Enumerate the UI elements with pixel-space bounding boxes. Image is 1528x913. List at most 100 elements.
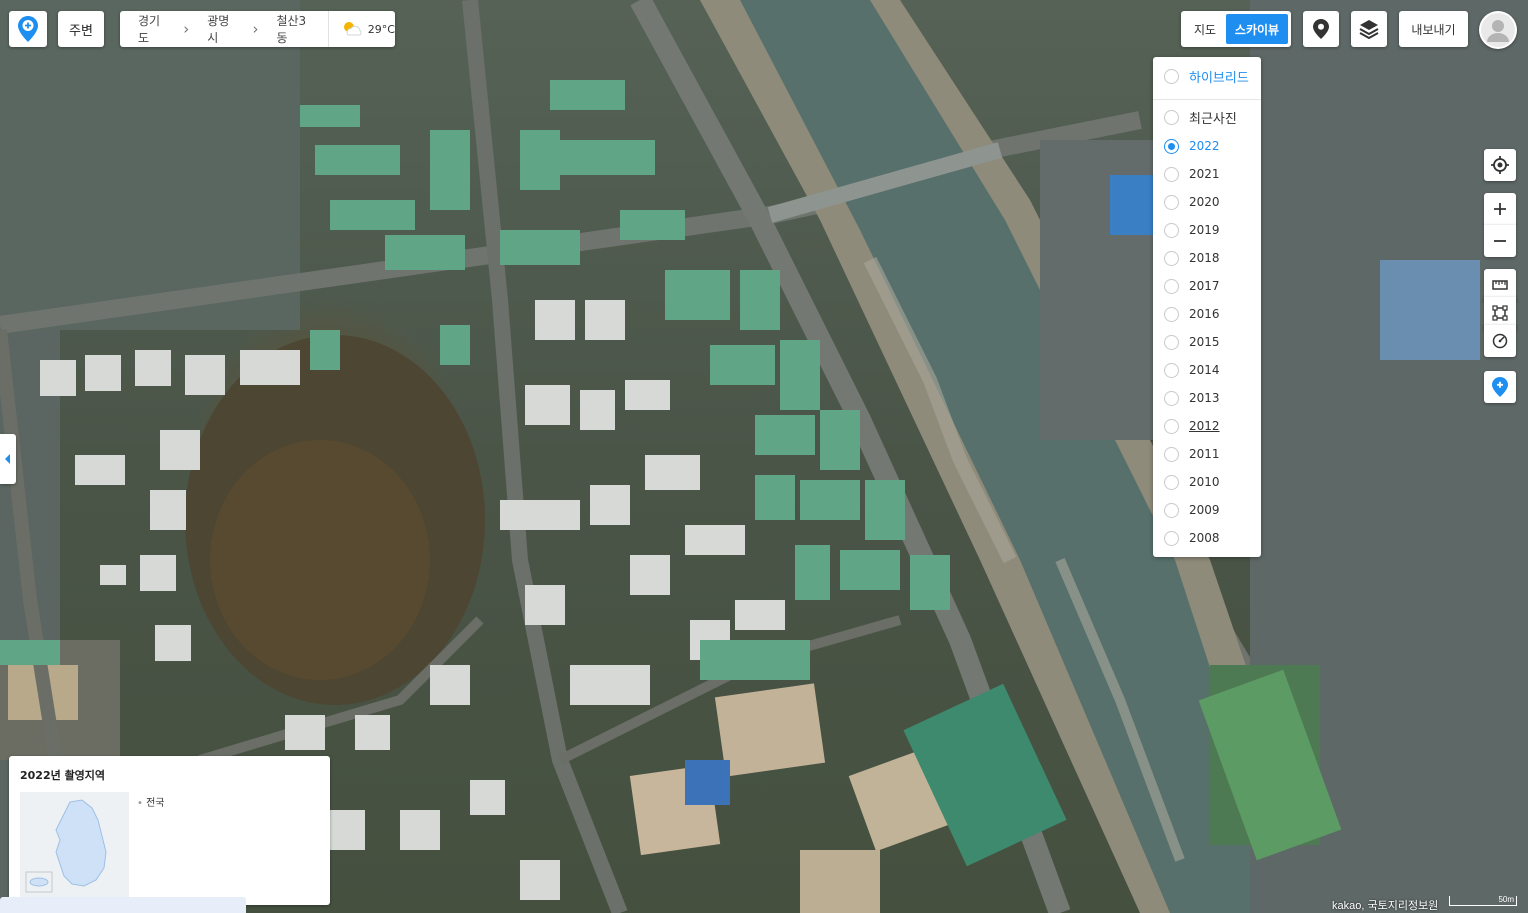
year-label: 2008: [1189, 531, 1220, 545]
year-option-2021[interactable]: 2021: [1153, 160, 1261, 188]
sidebar-toggle-button[interactable]: [0, 434, 16, 484]
breadcrumb-city[interactable]: 광명시: [189, 12, 238, 46]
kakaomap-logo-button[interactable]: [9, 11, 47, 47]
year-label: 2021: [1189, 167, 1220, 181]
year-option-2008[interactable]: 2008: [1153, 524, 1261, 552]
year-option-2009[interactable]: 2009: [1153, 496, 1261, 524]
my-location-button[interactable]: [1484, 149, 1516, 181]
skyview-year-panel: 하이브리드 최근사진 2022 2021 2020 2019 2018 2017 2016 2…: [1153, 57, 1261, 557]
year-option-2010[interactable]: 2010: [1153, 468, 1261, 496]
radio-icon: [1164, 502, 1179, 518]
crosshair-icon: [1491, 156, 1509, 174]
zoom-in-button[interactable]: [1484, 193, 1516, 225]
radio-icon: [1164, 138, 1179, 154]
year-label: 2014: [1189, 363, 1220, 377]
radio-icon: [1164, 390, 1179, 406]
radio-icon: [1164, 334, 1179, 350]
radio-icon: [1164, 166, 1179, 182]
year-option-2015[interactable]: 2015: [1153, 328, 1261, 356]
radio-icon: [1164, 530, 1179, 546]
map-type-map-option[interactable]: 지도: [1184, 14, 1226, 44]
map-type-switch: 지도 스카이뷰: [1181, 11, 1291, 47]
year-label: 2011: [1189, 447, 1220, 461]
radio-icon: [1164, 306, 1179, 322]
partly-cloudy-icon: [343, 22, 362, 36]
year-label: 2017: [1189, 279, 1220, 293]
year-option-2020[interactable]: 2020: [1153, 188, 1261, 216]
zoom-out-button[interactable]: [1484, 225, 1516, 257]
year-label: 2022: [1189, 139, 1220, 153]
year-label: 2019: [1189, 223, 1220, 237]
korea-outline-icon: [25, 799, 107, 893]
radio-icon: [1164, 109, 1179, 125]
year-option-2014[interactable]: 2014: [1153, 356, 1261, 384]
radio-icon: [1164, 68, 1179, 84]
year-label: 2013: [1189, 391, 1220, 405]
year-option-2018[interactable]: 2018: [1153, 244, 1261, 272]
temperature-text: 29°C: [367, 22, 395, 36]
year-label: 2012: [1189, 419, 1220, 433]
year-label: 2018: [1189, 251, 1220, 265]
korea-coverage-map: [20, 792, 129, 898]
year-option-2022[interactable]: 2022: [1153, 132, 1261, 160]
map-copyright: kakao, 국토지리정보원: [1332, 900, 1439, 912]
year-option-2011[interactable]: 2011: [1153, 440, 1261, 468]
year-label: 2016: [1189, 307, 1220, 321]
bottom-panel-strip[interactable]: [0, 897, 246, 913]
coverage-region-text: 전국: [146, 798, 165, 809]
radio-icon: [1164, 194, 1179, 210]
export-button[interactable]: 내보내기: [1399, 11, 1468, 47]
location-breadcrumb: 경기도 › 광명시 › 철산3동 29°C: [120, 11, 395, 47]
year-option-2019[interactable]: 2019: [1153, 216, 1261, 244]
year-option-2016[interactable]: 2016: [1153, 300, 1261, 328]
panel-divider: [1153, 99, 1261, 100]
radio-icon: [1164, 278, 1179, 294]
breadcrumb-province[interactable]: 경기도: [120, 12, 169, 46]
year-option-2012[interactable]: 2012: [1153, 412, 1261, 440]
radio-icon: [1164, 362, 1179, 378]
scale-label: 50m: [1498, 895, 1514, 904]
minus-icon: [1494, 240, 1506, 242]
nearby-button[interactable]: 주변: [58, 11, 104, 47]
recent-photo-label: 최근사진: [1189, 111, 1237, 127]
plus-icon: [1494, 203, 1506, 215]
coverage-title: 2022년 촬영지역: [20, 769, 106, 782]
year-label: 2010: [1189, 475, 1220, 489]
chevron-right-icon: ›: [252, 20, 259, 38]
area-icon: [1492, 305, 1508, 321]
year-label: 2015: [1189, 335, 1220, 349]
hybrid-label: 하이브리드: [1189, 70, 1249, 86]
year-label: 2020: [1189, 195, 1220, 209]
radio-icon: [1164, 222, 1179, 238]
year-label: 2009: [1189, 503, 1220, 517]
chevron-right-icon: ›: [183, 20, 190, 38]
user-avatar[interactable]: [1479, 11, 1517, 49]
map-pin-logo-icon: [18, 16, 38, 42]
breadcrumb-district[interactable]: 철산3동: [258, 12, 314, 46]
radio-icon: [1164, 446, 1179, 462]
year-option-2013[interactable]: 2013: [1153, 384, 1261, 412]
layers-icon: [1359, 20, 1379, 39]
ruler-icon: [1492, 280, 1508, 290]
chevron-left-icon: [5, 454, 10, 464]
coverage-region: • 전국: [137, 794, 164, 809]
add-place-button[interactable]: [1484, 371, 1516, 403]
map-type-skyview-option[interactable]: 스카이뷰: [1226, 14, 1288, 44]
radio-icon: [1164, 250, 1179, 266]
place-marker-button[interactable]: [1303, 11, 1339, 47]
layers-button[interactable]: [1351, 11, 1387, 47]
compass-icon: [1492, 333, 1508, 349]
weather-widget[interactable]: 29°C: [329, 20, 395, 38]
year-option-2017[interactable]: 2017: [1153, 272, 1261, 300]
user-icon: [1481, 13, 1515, 47]
hybrid-option[interactable]: 하이브리드: [1153, 62, 1261, 90]
recent-photo-option[interactable]: 최근사진: [1153, 103, 1261, 131]
scale-bar: 50m: [1449, 895, 1517, 906]
coverage-panel: 2022년 촬영지역 • 전국: [9, 756, 330, 905]
location-pin-icon: [1313, 19, 1329, 39]
bullet: •: [137, 798, 147, 809]
radio-icon: [1164, 418, 1179, 434]
radio-icon: [1164, 474, 1179, 490]
add-pin-icon: [1492, 377, 1508, 397]
radius-measure-button[interactable]: [1484, 325, 1516, 357]
